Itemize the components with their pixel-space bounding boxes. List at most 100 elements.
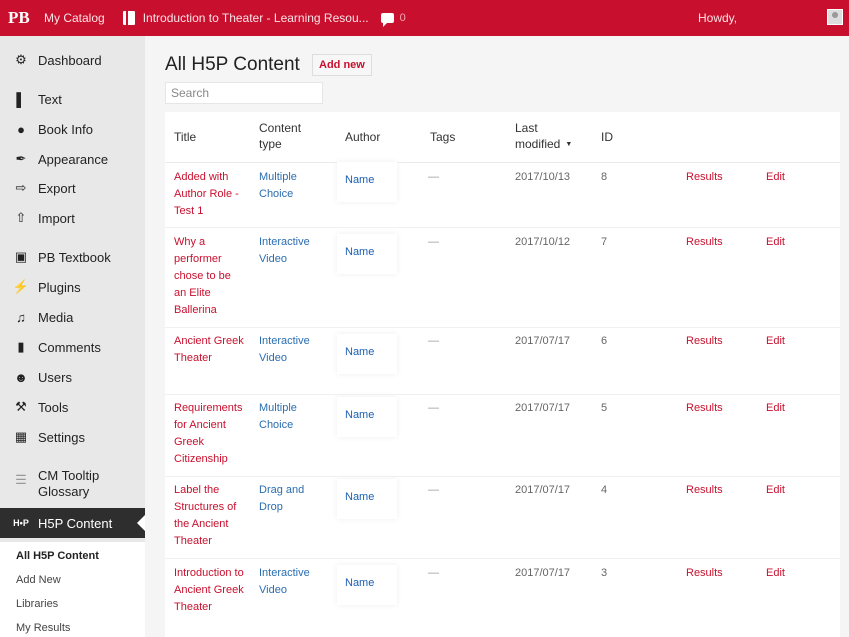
menu-users[interactable]: ☻ Users (0, 363, 145, 391)
results-link[interactable]: Results (686, 400, 723, 417)
comments-link[interactable]: 0 (380, 12, 406, 27)
last-modified: 2017/07/17 (515, 402, 571, 414)
info-icon: ● (17, 121, 25, 137)
content-title-link[interactable]: Why a performer chose to be an Elite Bal… (174, 234, 246, 319)
column-header-author[interactable]: Author (345, 129, 380, 145)
glossary-icon: ☰ (15, 472, 27, 487)
add-new-button[interactable]: Add new (312, 54, 372, 76)
content-title-link[interactable]: Label the Structures of the Ancient Thea… (174, 482, 246, 550)
howdy-greeting[interactable]: Howdy, (698, 11, 737, 25)
author-name: Name (337, 162, 397, 202)
edit-link[interactable]: Edit (766, 234, 785, 251)
wrench-icon: ⚒ (15, 399, 27, 414)
row-divider (165, 327, 840, 328)
edit-link[interactable]: Edit (766, 400, 785, 417)
menu-h5p-content[interactable]: H•P H5P Content (0, 508, 145, 538)
author-name: Name (337, 479, 397, 519)
tags: — (428, 402, 439, 414)
results-link[interactable]: Results (686, 169, 723, 186)
row-divider (165, 558, 840, 559)
menu-label: Users (38, 369, 72, 385)
menu-text[interactable]: ▌ Text (0, 85, 145, 113)
column-header-title[interactable]: Title (174, 129, 196, 145)
menu-settings[interactable]: ▦ Settings (0, 423, 145, 451)
tags: — (428, 484, 439, 496)
content-title-link[interactable]: Requirements for Ancient Greek Citizensh… (174, 400, 246, 468)
content-type: Interactive Video (259, 335, 310, 364)
import-icon: ⇧ (15, 210, 27, 225)
menu-pb-textbook[interactable]: ▣ PB Textbook (0, 243, 145, 271)
column-header-id[interactable]: ID (601, 129, 613, 145)
brush-icon: ✒ (15, 151, 27, 166)
content-type: Multiple Choice (259, 171, 297, 200)
results-link[interactable]: Results (686, 565, 723, 582)
row-divider (165, 476, 840, 477)
settings-icon: ▦ (14, 429, 28, 444)
menu-label: Comments (38, 339, 101, 355)
search-input[interactable]: Search (165, 82, 323, 104)
tags: — (428, 335, 439, 347)
content-title-link[interactable]: Ancient Greek Theater (174, 333, 246, 367)
tags: — (428, 171, 439, 183)
column-header-content-type[interactable]: Content type (259, 120, 314, 152)
content-type: Multiple Choice (259, 402, 297, 431)
submenu-all-h5p-content[interactable]: All H5P Content (16, 550, 99, 562)
menu-label: Text (38, 91, 62, 107)
user-avatar[interactable] (827, 9, 843, 25)
content-title-link[interactable]: Added with Author Role - Test 1 (174, 169, 246, 220)
content-type: Interactive Video (259, 567, 310, 596)
h5p-content-table: Title Content type Author Tags Last modi… (165, 112, 840, 637)
media-icon: ♫ (16, 309, 26, 325)
results-link[interactable]: Results (686, 482, 723, 499)
my-catalog-link[interactable]: My Catalog (44, 11, 105, 25)
menu-label: PB Textbook (38, 249, 111, 265)
book-link[interactable]: Introduction to Theater - Learning Resou… (122, 11, 369, 25)
submenu-add-new[interactable]: Add New (16, 574, 61, 586)
menu-label: Settings (38, 429, 85, 445)
menu-media[interactable]: ♫ Media (0, 303, 145, 331)
submenu-my-results[interactable]: My Results (16, 622, 70, 634)
content-title-link[interactable]: Introduction to Ancient Greek Theater (174, 565, 246, 616)
content-type: Interactive Video (259, 236, 310, 265)
menu-cm-tooltip-glossary[interactable]: ☰ CM Tooltip Glossary (0, 468, 145, 508)
menu-label: H5P Content (38, 515, 113, 531)
content-id: 7 (601, 236, 608, 248)
menu-label: Plugins (38, 279, 81, 295)
results-link[interactable]: Results (686, 234, 723, 251)
last-modified: 2017/07/17 (515, 335, 571, 347)
menu-dashboard[interactable]: ⚙ Dashboard (0, 46, 145, 74)
content-id: 6 (601, 335, 608, 347)
content-id: 3 (601, 567, 608, 579)
author-name: Name (337, 234, 397, 274)
results-link[interactable]: Results (686, 333, 723, 350)
menu-appearance[interactable]: ✒ Appearance (0, 145, 145, 173)
edit-link[interactable]: Edit (766, 169, 785, 186)
main-content: All H5P Content Add new Search Title Con… (145, 36, 849, 637)
comment-bubble-icon (380, 13, 394, 27)
menu-label: Dashboard (38, 52, 102, 68)
last-modified: 2017/10/13 (515, 171, 571, 183)
author-name: Name (337, 565, 397, 605)
column-header-tags[interactable]: Tags (430, 129, 455, 145)
edit-link[interactable]: Edit (766, 565, 785, 582)
menu-import[interactable]: ⇧ Import (0, 204, 145, 232)
row-divider (165, 394, 840, 395)
edit-link[interactable]: Edit (766, 482, 785, 499)
column-header-last-modified[interactable]: Last modified ▼ (515, 120, 575, 153)
comment-icon: ▮ (17, 339, 25, 354)
edit-link[interactable]: Edit (766, 333, 785, 350)
menu-tools[interactable]: ⚒ Tools (0, 393, 145, 421)
menu-export[interactable]: ⇨ Export (0, 174, 145, 202)
menu-label: Export (38, 180, 76, 196)
menu-label: Media (38, 309, 74, 325)
textbook-icon: ▣ (14, 249, 28, 264)
sort-descending-icon: ▼ (565, 141, 573, 148)
menu-book-info[interactable]: ● Book Info (0, 115, 145, 143)
pressbooks-logo[interactable]: PB (8, 8, 34, 28)
last-modified: 2017/07/17 (515, 567, 571, 579)
menu-comments[interactable]: ▮ Comments (0, 333, 145, 361)
author-name: Name (337, 334, 397, 374)
menu-plugins[interactable]: ⚡ Plugins (0, 273, 145, 301)
submenu-libraries[interactable]: Libraries (16, 598, 58, 610)
tags: — (428, 567, 439, 579)
